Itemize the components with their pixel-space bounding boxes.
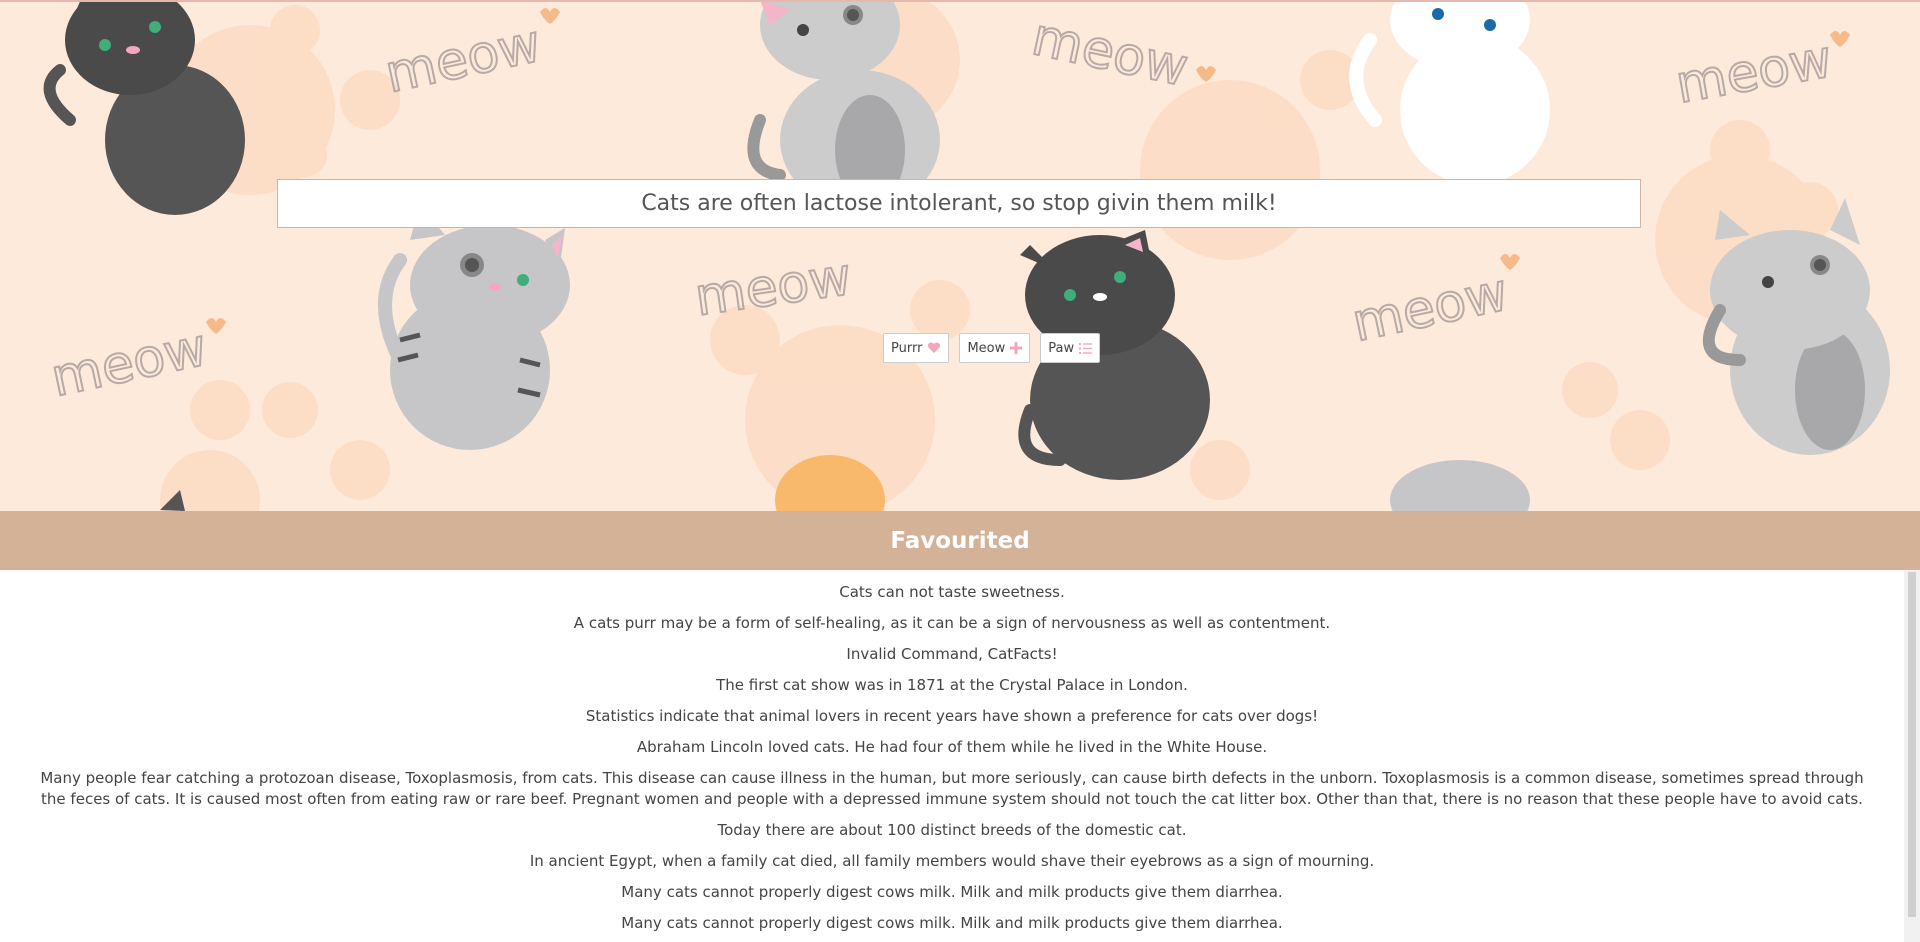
list-item: Today there are about 100 distinct breed… xyxy=(717,821,1187,839)
hero-banner: meow meow meow meow meow meow Cats are o… xyxy=(0,0,1920,511)
plus-icon xyxy=(1010,342,1023,354)
meow-word: meow xyxy=(691,247,855,328)
meow-button-label: Meow xyxy=(967,340,1006,356)
meow-word: meow xyxy=(1671,29,1836,115)
list-item: Statistics indicate that animal lovers i… xyxy=(585,707,1319,725)
scrollbar-thumb[interactable] xyxy=(1908,572,1916,917)
cat-illustration xyxy=(1349,0,1550,185)
action-buttons: Purrr Meow Paw xyxy=(883,333,1101,363)
purrr-button-label: Purrr xyxy=(891,340,923,356)
paw-button[interactable]: Paw xyxy=(1040,333,1101,363)
list-icon xyxy=(1079,342,1093,354)
favourited-title: Favourited xyxy=(890,527,1030,554)
paw-button-label: Paw xyxy=(1048,340,1075,356)
cat-fact-display: Cats are often lactose intolerant, so st… xyxy=(277,179,1641,228)
list-item: In ancient Egypt, when a family cat died… xyxy=(529,852,1375,870)
heart-icon xyxy=(927,342,941,354)
cat-illustration xyxy=(1702,198,1890,455)
meow-word: meow xyxy=(380,14,546,105)
list-item: Many cats cannot properly digest cows mi… xyxy=(621,914,1283,932)
meow-word: meow xyxy=(1027,7,1193,98)
top-border xyxy=(0,0,1920,2)
list-item: Abraham Lincoln loved cats. He had four … xyxy=(636,738,1268,756)
list-item: Many people fear catching a protozoan di… xyxy=(40,769,1864,808)
meow-button[interactable]: Meow xyxy=(959,333,1031,363)
favourited-list: Cats can not taste sweetness. A cats pur… xyxy=(0,570,1904,942)
purrr-button[interactable]: Purrr xyxy=(883,333,950,363)
list-item: Many cats cannot properly digest cows mi… xyxy=(621,883,1283,901)
list-item: Invalid Command, CatFacts! xyxy=(846,645,1058,663)
favourited-header: Favourited xyxy=(0,511,1920,570)
cat-illustration xyxy=(378,205,570,450)
scrollbar[interactable] xyxy=(1904,570,1920,942)
cat-wallpaper: meow meow meow meow meow meow xyxy=(43,0,1890,511)
list-item: Cats can not taste sweetness. xyxy=(839,583,1065,601)
list-item: A cats purr may be a form of self-healin… xyxy=(573,614,1331,632)
meow-word: meow xyxy=(1347,262,1513,353)
meow-word: meow xyxy=(46,318,212,409)
list-item: The first cat show was in 1871 at the Cr… xyxy=(716,676,1188,694)
